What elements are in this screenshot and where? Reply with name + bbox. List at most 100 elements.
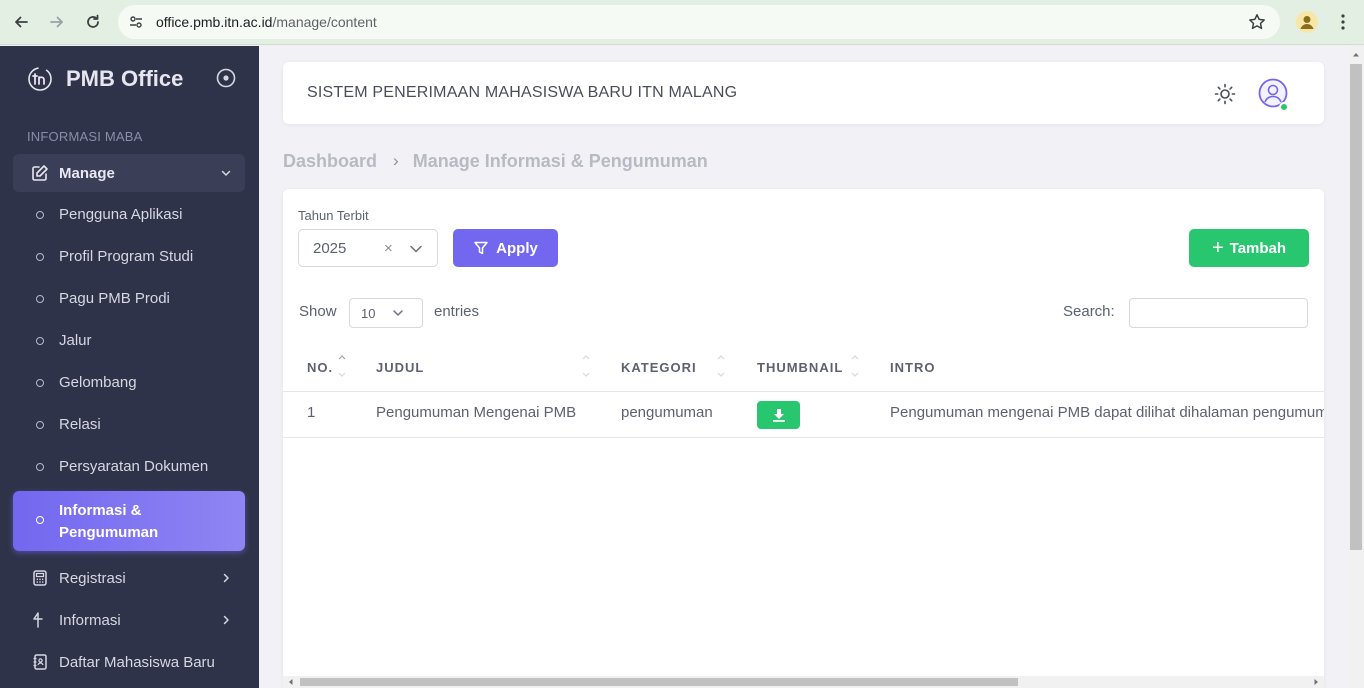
sort-icon[interactable] xyxy=(337,353,347,379)
itn-logo-icon xyxy=(28,67,52,91)
reload-icon xyxy=(87,14,99,28)
scroll-left-arrow-icon[interactable] xyxy=(287,678,295,686)
address-bar[interactable]: office.pmb.itn.ac.id/manage/content xyxy=(118,5,1280,39)
scroll-right-arrow-icon[interactable] xyxy=(1312,678,1320,686)
filter-icon xyxy=(474,241,488,255)
content-card: Tahun Terbit 2025 × Apply + Tambah Show … xyxy=(283,189,1324,688)
forward-button[interactable] xyxy=(46,11,68,33)
table-row-divider xyxy=(283,437,1324,438)
circle-icon xyxy=(36,253,44,261)
year-select[interactable]: 2025 × xyxy=(298,229,438,267)
filter-label: Tahun Terbit xyxy=(298,208,369,223)
breadcrumb: Dashboard › Manage Informasi & Pengumuma… xyxy=(283,150,708,172)
add-button[interactable]: + Tambah xyxy=(1189,229,1309,267)
circle-icon xyxy=(36,295,44,303)
sidebar-item-persyaratan-dokumen[interactable]: Persyaratan Dokumen xyxy=(13,448,245,486)
app-title: SISTEM PENERIMAAN MAHASISWA BARU ITN MAL… xyxy=(307,84,738,101)
sidebar-item-label: Persyaratan Dokumen xyxy=(59,458,209,475)
show-label: Show xyxy=(299,303,337,320)
sidebar-item-label: Daftar Mahasiswa Baru xyxy=(59,653,215,671)
circle-icon xyxy=(36,421,44,429)
download-thumbnail-button[interactable] xyxy=(757,401,800,429)
sidebar-item-informasi-pengumuman[interactable]: Informasi & Pengumuman xyxy=(13,491,245,551)
column-header-no[interactable]: NO. xyxy=(307,360,333,375)
sidebar-item-label: Profil Program Studi xyxy=(59,248,194,265)
sidebar-item-label: Pagu PMB Prodi xyxy=(59,290,170,307)
sidebar-item-daftar-mahasiswa-baru[interactable]: Daftar Mahasiswa Baru xyxy=(13,643,245,681)
chevron-down-icon xyxy=(221,170,231,176)
vertical-scrollbar[interactable] xyxy=(1348,46,1364,688)
add-button-label: Tambah xyxy=(1229,239,1287,257)
column-header-intro[interactable]: INTRO xyxy=(890,360,935,375)
sidebar-item-label: Relasi xyxy=(59,416,101,433)
profile-avatar[interactable] xyxy=(1296,11,1318,33)
edit-icon xyxy=(32,165,48,181)
entries-select-value: 10 xyxy=(361,306,376,321)
cell-no: 1 xyxy=(307,404,316,421)
reload-button[interactable] xyxy=(82,11,104,33)
breadcrumb-current: Manage Informasi & Pengumuman xyxy=(412,150,708,171)
chevron-right-icon: › xyxy=(393,151,399,170)
column-header-judul[interactable]: JUDUL xyxy=(376,360,424,375)
more-vert-icon[interactable] xyxy=(1334,13,1352,31)
sidebar-item-jalur[interactable]: Jalur xyxy=(13,322,245,360)
sidebar-item-informasi[interactable]: Informasi xyxy=(13,601,245,639)
sidebar-item-profil-program-studi[interactable]: Profil Program Studi xyxy=(13,238,245,276)
breadcrumb-dashboard[interactable]: Dashboard xyxy=(283,151,377,172)
back-button[interactable] xyxy=(10,11,32,33)
sidebar-item-relasi[interactable]: Relasi xyxy=(13,406,245,444)
circle-icon xyxy=(36,337,44,345)
sort-icon[interactable] xyxy=(716,353,726,379)
browser-toolbar: office.pmb.itn.ac.id/manage/content xyxy=(0,0,1364,45)
arrow-right-icon xyxy=(50,16,63,28)
brand[interactable]: PMB Office xyxy=(26,64,183,94)
entries-label: entries xyxy=(434,303,480,320)
sun-icon[interactable] xyxy=(1213,82,1237,106)
table-header-divider xyxy=(283,391,1324,392)
sidebar-item-registrasi[interactable]: Registrasi xyxy=(13,559,245,597)
chevron-down-icon xyxy=(410,245,422,253)
chevron-right-icon xyxy=(223,615,229,625)
sidebar-item-pagu-pmb-prodi[interactable]: Pagu PMB Prodi xyxy=(13,280,245,318)
circle-icon xyxy=(36,516,44,524)
entries-select[interactable]: 10 xyxy=(349,298,423,328)
horizontal-scrollbar[interactable] xyxy=(283,676,1324,688)
sidebar-item-label: Jalur xyxy=(59,332,92,349)
apply-button-label: Apply xyxy=(496,239,538,257)
chevron-down-icon xyxy=(393,310,403,316)
download-icon xyxy=(772,409,785,422)
sort-icon[interactable] xyxy=(850,353,860,379)
scroll-up-arrow-icon[interactable] xyxy=(1352,51,1360,59)
bookmark-star-icon[interactable] xyxy=(1248,13,1266,31)
brand-name: PMB Office xyxy=(66,66,184,91)
sidebar-item-label: Registrasi xyxy=(59,569,126,587)
vertical-scrollbar-thumb[interactable] xyxy=(1350,64,1362,550)
column-header-thumbnail[interactable]: THUMBNAIL xyxy=(757,360,843,375)
apply-button[interactable]: Apply xyxy=(453,229,558,267)
sort-icon[interactable] xyxy=(581,353,591,379)
sidebar-item-gelombang[interactable]: Gelombang xyxy=(13,364,245,402)
sidebar-item-label: Informasi & Pengumuman xyxy=(59,502,159,541)
sidebar-toggle-icon[interactable] xyxy=(216,68,236,88)
sidebar-item-pengguna-aplikasi[interactable]: Pengguna Aplikasi xyxy=(13,196,245,234)
chevron-right-icon xyxy=(223,573,229,583)
plus-icon: + xyxy=(1211,237,1224,259)
cell-judul: Pengumuman Mengenai PMB xyxy=(376,404,577,421)
horizontal-scrollbar-thumb[interactable] xyxy=(300,678,1018,686)
url-path: /manage/content xyxy=(272,14,377,30)
url-host: office.pmb.itn.ac.id xyxy=(156,14,273,30)
column-header-kategori[interactable]: KATEGORI xyxy=(621,360,697,375)
cell-intro: Pengumuman mengenai PMB dapat dilihat di… xyxy=(890,404,1324,421)
top-navbar: SISTEM PENERIMAAN MAHASISWA BARU ITN MAL… xyxy=(283,62,1324,124)
site-settings-icon[interactable] xyxy=(128,14,144,30)
address-book-icon xyxy=(33,654,47,670)
url-text: office.pmb.itn.ac.id/manage/content xyxy=(156,14,377,30)
search-input[interactable] xyxy=(1129,298,1308,328)
circle-icon xyxy=(36,379,44,387)
sidebar-item-manage[interactable]: Manage xyxy=(13,154,245,192)
online-status-dot xyxy=(1279,102,1289,112)
sidebar-item-label: Manage xyxy=(59,164,115,182)
clear-icon[interactable]: × xyxy=(384,240,393,257)
arrow-left-icon xyxy=(15,16,28,28)
sidebar-item-label: Informasi xyxy=(59,611,121,629)
